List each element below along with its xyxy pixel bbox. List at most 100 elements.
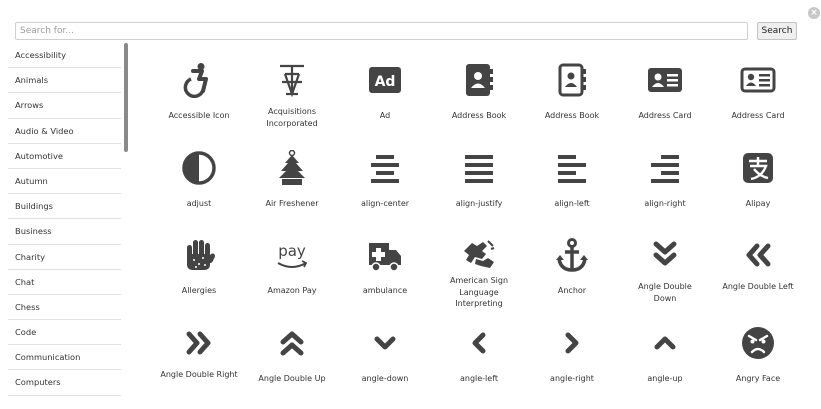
- icon-label: ambulance: [362, 286, 408, 295]
- category-item[interactable]: Code: [8, 320, 121, 346]
- svg-text:pay: pay: [278, 242, 306, 260]
- alipay-icon: [738, 148, 778, 188]
- air-freshener-icon: [272, 148, 312, 188]
- align-right-icon: [645, 148, 685, 188]
- angle-left-icon: [459, 323, 499, 363]
- icon-tile[interactable]: pay Amazon Pay: [245, 235, 339, 321]
- angle-double-down-icon: [645, 235, 685, 275]
- icon-tile[interactable]: ambulance: [338, 235, 432, 321]
- icon-label: angle-left: [459, 374, 499, 383]
- angle-up-icon: [645, 323, 685, 363]
- icon-tile[interactable]: Address Card: [711, 60, 805, 146]
- angle-down-icon: [365, 323, 405, 363]
- icon-tile[interactable]: Alipay: [711, 148, 805, 234]
- icon-tile[interactable]: Address Card: [618, 60, 712, 146]
- sign-language-icon: [459, 235, 499, 275]
- icon-tile[interactable]: Ad Ad: [338, 60, 432, 146]
- svg-text:Ad: Ad: [375, 74, 396, 90]
- category-item[interactable]: Animals: [8, 68, 121, 94]
- icon-label: Angry Face: [735, 374, 781, 383]
- icon-label: American Sign Language Interpreting: [449, 276, 509, 308]
- wheelchair-icon: [179, 60, 219, 100]
- icon-label: angle-right: [550, 374, 594, 383]
- category-sidebar: Accessibility Animals Arrows Audio & Video A…: [8, 43, 128, 408]
- search-input[interactable]: [15, 22, 748, 40]
- icon-label: align-center: [360, 199, 410, 208]
- icon-label: Amazon Pay: [267, 286, 317, 295]
- icon-tile[interactable]: Anchor: [525, 235, 619, 321]
- amazon-pay-icon: pay: [272, 235, 312, 275]
- address-book-solid-icon: [459, 60, 499, 100]
- icon-tile[interactable]: Allergies: [152, 235, 246, 321]
- icon-label: Alipay: [745, 199, 771, 208]
- icon-label: Air Freshener: [265, 199, 319, 208]
- icon-tile[interactable]: Angle Double Right: [152, 323, 246, 409]
- icon-label: align-right: [644, 199, 686, 208]
- icon-label: Ad: [379, 111, 391, 120]
- sidebar-scrollbar[interactable]: [124, 43, 128, 152]
- angry-face-icon: [738, 323, 778, 363]
- category-item[interactable]: Computers: [8, 370, 121, 396]
- close-icon[interactable]: ×: [808, 7, 820, 19]
- category-item[interactable]: Charity: [8, 245, 121, 270]
- icon-label: Angle Double Left: [722, 282, 794, 291]
- angle-double-right-icon: [179, 323, 219, 363]
- icon-tile[interactable]: align-right: [618, 148, 712, 234]
- category-item[interactable]: Business: [8, 219, 121, 245]
- icon-label: Accessible Icon: [168, 111, 230, 120]
- icon-tile[interactable]: American Sign Language Interpreting: [432, 235, 526, 321]
- icon-tile[interactable]: align-justify: [432, 148, 526, 234]
- icon-tile[interactable]: Angry Face: [711, 323, 805, 409]
- category-item[interactable]: Buildings: [8, 194, 121, 220]
- icon-tile[interactable]: angle-right: [525, 323, 619, 409]
- icon-tile[interactable]: Address Book: [432, 60, 526, 146]
- icon-label: Angle Double Up: [258, 374, 326, 383]
- search-bar: Search: [15, 22, 797, 40]
- icon-tile[interactable]: Acquisitions Incorporated: [245, 60, 339, 146]
- search-button[interactable]: Search: [757, 22, 797, 40]
- category-item[interactable]: Automotive: [8, 144, 121, 169]
- align-justify-icon: [459, 148, 499, 188]
- angle-right-icon: [552, 323, 592, 363]
- icon-label: Acquisitions Incorporated: [266, 107, 318, 128]
- icon-label: align-left: [554, 199, 590, 208]
- angle-double-up-icon: [272, 323, 312, 363]
- category-item[interactable]: Chat: [8, 270, 121, 295]
- anchor-icon: [552, 235, 592, 275]
- icon-label: Angle Double Right: [160, 370, 238, 379]
- icon-tile[interactable]: Address Book: [525, 60, 619, 146]
- icon-label: adjust: [186, 199, 212, 208]
- icon-tile[interactable]: angle-up: [618, 323, 712, 409]
- category-item[interactable]: Arrows: [8, 93, 121, 119]
- acquisitions-incorporated-icon: [272, 60, 312, 100]
- icon-tile[interactable]: align-center: [338, 148, 432, 234]
- category-item[interactable]: Chess: [8, 295, 121, 321]
- icon-label: angle-up: [647, 374, 683, 383]
- icon-tile[interactable]: align-left: [525, 148, 619, 234]
- adjust-icon: [179, 148, 219, 188]
- category-item[interactable]: Communication: [8, 345, 121, 371]
- category-item[interactable]: Audio & Video: [8, 119, 121, 144]
- category-item[interactable]: Autumn: [8, 169, 121, 195]
- icon-tile[interactable]: Angle Double Down: [618, 235, 712, 321]
- icon-grid: Accessible Icon Acquisitions Incorporated…: [152, 60, 810, 405]
- angle-double-left-icon: [738, 235, 778, 275]
- icon-tile[interactable]: angle-down: [338, 323, 432, 409]
- category-item[interactable]: Accessibility: [8, 43, 121, 69]
- address-card-solid-icon: [645, 60, 685, 100]
- icon-label: angle-down: [361, 374, 409, 383]
- icon-tile[interactable]: Angle Double Left: [711, 235, 805, 321]
- icon-label: Address Book: [451, 111, 507, 120]
- address-card-outline-icon: [738, 60, 778, 100]
- icon-tile[interactable]: Angle Double Up: [245, 323, 339, 409]
- icon-tile[interactable]: angle-left: [432, 323, 526, 409]
- icon-label: Address Book: [544, 111, 600, 120]
- ambulance-icon: [365, 235, 405, 275]
- icon-tile[interactable]: Accessible Icon: [152, 60, 246, 146]
- allergies-icon: [179, 235, 219, 275]
- category-list: Accessibility Animals Arrows Audio & Video A…: [8, 43, 128, 396]
- icon-label: Anchor: [557, 286, 587, 295]
- icon-tile[interactable]: adjust: [152, 148, 246, 234]
- icon-tile[interactable]: Air Freshener: [245, 148, 339, 234]
- icon-label: Angle Double Down: [638, 282, 692, 303]
